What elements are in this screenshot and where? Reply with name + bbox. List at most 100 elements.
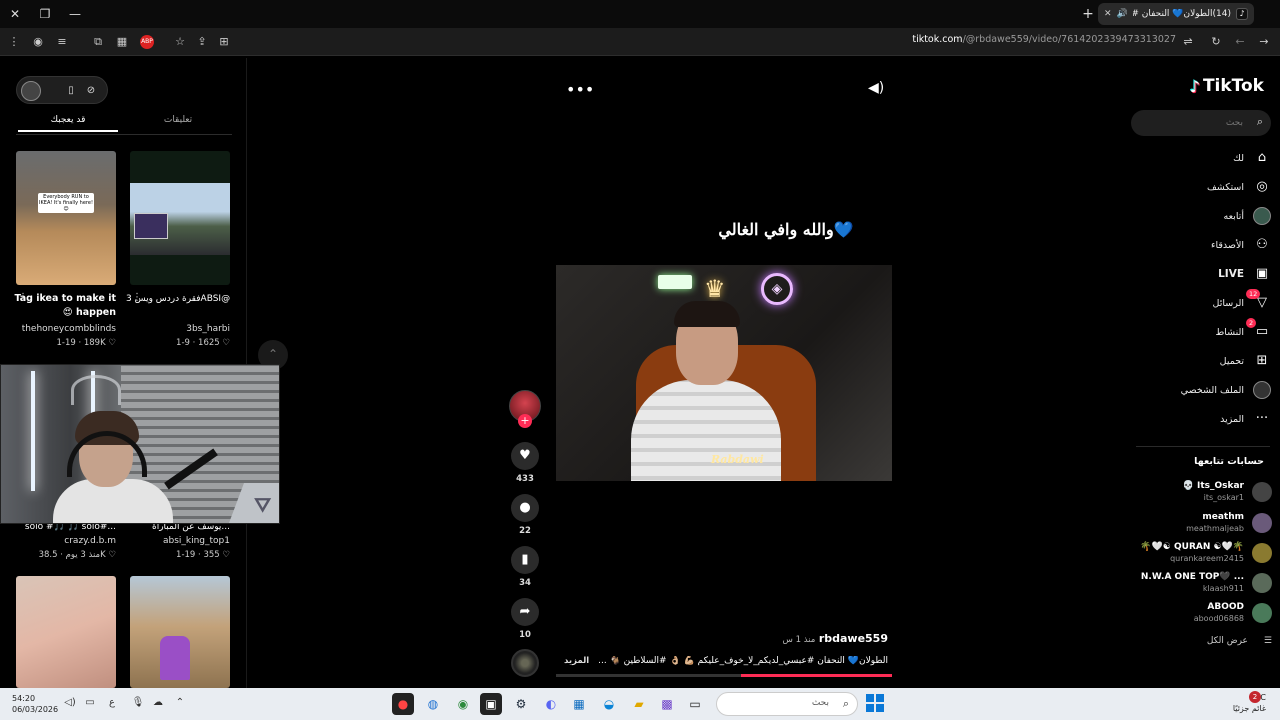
account-name: meathm <box>1202 512 1244 522</box>
terminal-icon[interactable]: ▣ <box>480 693 502 715</box>
volume-icon[interactable]: ◀) <box>868 80 884 96</box>
video-thumbnail[interactable] <box>130 576 230 688</box>
share-count: 10 <box>519 630 531 640</box>
reload-icon[interactable]: ↻ <box>1206 32 1226 52</box>
user-avatar[interactable] <box>21 81 41 101</box>
close-tab-icon[interactable]: ✕ <box>1104 9 1112 19</box>
browser-app-icon[interactable]: ◉ <box>452 693 474 715</box>
sidebar-item-activity[interactable]: النشاط ▭ 2 <box>1215 318 1272 343</box>
description-more-button[interactable]: المزيد <box>564 656 589 666</box>
playlist-icon[interactable]: ≡ <box>52 32 72 52</box>
followed-account[interactable]: meathm meathmaljeab <box>1186 509 1272 537</box>
search-box[interactable]: ⌕ <box>1131 110 1271 136</box>
adblock-icon[interactable]: ABP <box>140 35 154 49</box>
extensions-icon[interactable]: ⧉ <box>88 32 108 52</box>
followed-account[interactable]: 🌴🤍☯ QURAN ☯🤍🌴 qurankareem2415 <box>1140 539 1272 567</box>
language-indicator[interactable]: ع <box>104 695 120 711</box>
share-icon[interactable]: ➦ <box>511 598 539 626</box>
bookmark-icon[interactable]: ▮ <box>511 546 539 574</box>
more-options-icon[interactable]: ••• <box>566 80 594 99</box>
compass-small-icon[interactable]: ⊘ <box>81 81 101 101</box>
heart-icon[interactable]: ♥ <box>511 442 539 470</box>
chrome-icon[interactable]: ◍ <box>422 693 444 715</box>
photos-icon[interactable]: ▩ <box>656 693 678 715</box>
discord-icon[interactable]: ◐ <box>540 693 562 715</box>
card-username[interactable]: 3bs_harbi <box>130 324 230 334</box>
author-username[interactable]: rbdawe559 <box>819 632 888 645</box>
sidebar-item-upload[interactable]: تحميل ⊞ <box>1220 350 1272 372</box>
steam-icon[interactable]: ⚙ <box>510 693 532 715</box>
network-icon[interactable]: ▭ <box>82 695 98 711</box>
edge-icon[interactable]: ◒ <box>598 693 620 715</box>
sidebar-item-profile[interactable]: الملف الشخصي <box>1181 379 1272 401</box>
minimize-window-icon[interactable]: — <box>64 4 86 24</box>
sidebar-item-following[interactable]: أتابعه <box>1224 205 1273 227</box>
tiktok-logo[interactable]: ♪ TikTok <box>1190 76 1264 96</box>
clock[interactable]: 54:20 06/03/2026 <box>12 693 58 715</box>
browser-tab-active[interactable]: ♪ (14)الطولان💙 النحفان #عبس... 🔊 ✕ <box>1098 3 1254 25</box>
sidebar-item-label: LIVE <box>1218 268 1244 280</box>
media-app-icon[interactable]: ● <box>392 693 414 715</box>
file-explorer-icon[interactable]: ▰ <box>628 693 650 715</box>
vpn-shield-icon[interactable]: ◉ <box>28 32 48 52</box>
followed-account[interactable]: ABOOD abood06868 <box>1194 599 1272 627</box>
search-input[interactable] <box>1149 114 1243 132</box>
thumbnail-figure <box>160 636 190 680</box>
tab-you-may-like[interactable]: قد يعجبك <box>18 115 118 132</box>
video-thumbnail[interactable] <box>130 151 230 285</box>
sidebar-item-label: أتابعه <box>1223 210 1245 222</box>
like-action[interactable]: ♥ 433 <box>511 442 539 484</box>
account-name: ABOOD <box>1207 602 1244 612</box>
address-bar[interactable]: tiktok.com/@rbdawe559/video/761420233947… <box>900 34 1176 50</box>
tab-comments[interactable]: تعليقات <box>128 115 228 130</box>
close-window-icon[interactable]: ✕ <box>4 4 26 24</box>
restore-window-icon[interactable]: ❐ <box>34 4 56 24</box>
card-username[interactable]: thehoneycombblinds <box>16 324 116 334</box>
tune-icon[interactable]: ⇌ <box>1178 32 1198 52</box>
puzzle-icon[interactable]: ▦ <box>112 32 132 52</box>
kebab-menu-icon[interactable]: ⋮ <box>132 292 142 303</box>
back-icon[interactable]: → <box>1254 32 1274 52</box>
sidebar-item-friends[interactable]: الأصدقاء ⚇ <box>1211 234 1272 256</box>
task-view-icon[interactable]: ▭ <box>684 693 706 715</box>
windows-start-icon[interactable] <box>866 694 884 712</box>
comment-icon[interactable]: ● <box>511 494 539 522</box>
share-action[interactable]: ➦ 10 <box>511 598 539 640</box>
video-thumbnail[interactable] <box>16 576 116 688</box>
card-username[interactable]: crazy.d.b.m <box>16 536 116 546</box>
split-screen-icon[interactable]: ⊞ <box>214 32 234 52</box>
share-page-icon[interactable]: ⇪ <box>192 32 212 52</box>
video-progress-bar[interactable] <box>556 674 892 677</box>
kebab-menu-icon[interactable]: ⋮ <box>18 292 28 303</box>
music-disc-icon[interactable] <box>511 649 539 677</box>
speaker-icon[interactable]: ◁) <box>62 695 78 711</box>
avatar <box>1252 603 1272 623</box>
cloud-icon[interactable]: ☁ <box>150 695 166 711</box>
chevron-up-icon[interactable]: ⌃ <box>172 695 188 711</box>
sidebar-item-messages[interactable]: الرسائل ▽ 12 <box>1213 289 1272 314</box>
forward-icon[interactable]: ← <box>1230 32 1250 52</box>
microphone-icon[interactable]: 🎙 <box>130 695 146 711</box>
phone-icon[interactable]: ▯ <box>61 81 81 101</box>
sidebar-item-live[interactable]: LIVE ▣ <box>1218 263 1272 285</box>
card-username[interactable]: absi_king_top1 <box>130 536 230 546</box>
speaker-icon[interactable]: 🔊 <box>1117 9 1128 19</box>
followed-account[interactable]: 💀 Its_Oskar its_oskar1 <box>1183 478 1272 506</box>
search-icon[interactable]: ⌕ <box>1257 115 1263 129</box>
comment-action[interactable]: ● 22 <box>511 494 539 536</box>
followed-account[interactable]: N.W.A ONE TOP🖤 ... klaash911 <box>1141 569 1272 597</box>
sidebar-item-foryou[interactable]: لك ⌂ <box>1233 147 1272 169</box>
panel-toggle-pill[interactable]: ▯ ⊘ <box>16 76 108 104</box>
see-all-link[interactable]: عرض الكل ☰ <box>1207 636 1272 646</box>
follow-plus-icon[interactable]: + <box>518 414 532 428</box>
video-frame[interactable]: ♛ ◈ Rabdawi <box>556 265 892 481</box>
new-tab-button[interactable]: + <box>1078 4 1098 24</box>
sidebar-item-explore[interactable]: استكشف ◎ <box>1207 176 1272 198</box>
taskbar-search[interactable]: بحث ⌕ <box>716 692 858 716</box>
menu-dots-icon[interactable]: ⋮ <box>4 32 24 52</box>
star-icon[interactable]: ☆ <box>170 32 190 52</box>
video-thumbnail[interactable]: Everybody RUN to IKEA! It's finally here… <box>16 151 116 285</box>
sidebar-item-more[interactable]: المزيد ··· <box>1220 408 1272 430</box>
save-action[interactable]: ▮ 34 <box>511 546 539 588</box>
store-icon[interactable]: ▦ <box>568 693 590 715</box>
